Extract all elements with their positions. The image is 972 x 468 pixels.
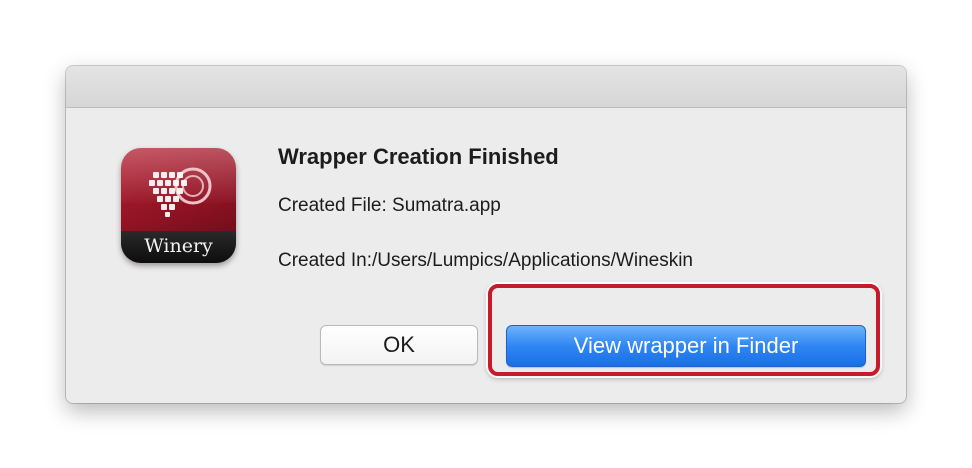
winery-app-icon: Winery [121, 148, 236, 263]
wrapper-finished-dialog: Winery Wrapper Creation Finished Created… [66, 66, 906, 403]
ok-button[interactable]: OK [320, 325, 478, 365]
view-wrapper-in-finder-button[interactable]: View wrapper in Finder [506, 325, 866, 367]
created-in-text: Created In:/Users/Lumpics/Applications/W… [278, 250, 694, 271]
created-file-text: Created File: Sumatra.app [278, 195, 501, 216]
grape-cluster-icon [149, 167, 212, 217]
icon-label: Winery [121, 231, 236, 263]
dialog-title: Wrapper Creation Finished [278, 144, 559, 169]
dialog-titlebar [66, 66, 906, 108]
